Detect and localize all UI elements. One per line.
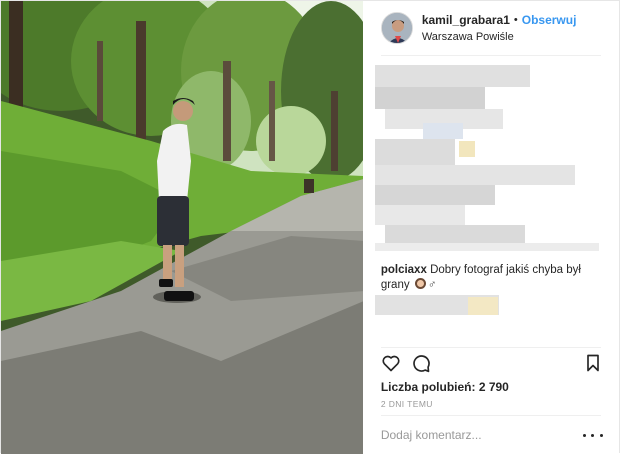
user-row: kamil_grabara1 • Obserwuj	[422, 12, 577, 28]
header-divider	[380, 55, 601, 56]
avatar[interactable]	[380, 12, 413, 44]
post-photo[interactable]	[1, 1, 363, 454]
male-sign-icon: ♂	[427, 279, 437, 291]
avatar-photo-icon	[381, 13, 412, 43]
blur-block	[422, 123, 463, 139]
more-dot-icon	[599, 433, 603, 437]
bookmark-icon	[586, 354, 599, 372]
post-side-panel: kamil_grabara1 • Obserwuj Warszawa Powiś…	[362, 1, 620, 454]
blur-block	[374, 243, 599, 251]
blur-block	[374, 205, 465, 225]
location-link[interactable]: Warszawa Powiśle	[422, 30, 577, 45]
username-link[interactable]: kamil_grabara1	[422, 12, 510, 28]
likes-count[interactable]: Liczba polubień: 2 790	[381, 380, 509, 394]
add-comment-input[interactable]	[380, 424, 571, 446]
comments-list: polciaxx Dobry fotograf jakiś chyba był …	[363, 57, 620, 347]
separator-dot: •	[513, 13, 518, 26]
blur-block	[374, 165, 575, 185]
woman-emoji-icon	[414, 278, 426, 289]
follow-button[interactable]: Obserwuj	[522, 12, 577, 28]
blur-block	[374, 185, 495, 205]
post-timestamp[interactable]: 2 DNI TEMU	[381, 399, 433, 409]
more-options-button[interactable]	[582, 429, 603, 441]
heart-icon	[382, 355, 400, 372]
more-dot-icon	[591, 433, 595, 437]
blur-block	[374, 87, 485, 109]
blur-block	[374, 139, 455, 165]
instagram-post: kamil_grabara1 • Obserwuj Warszawa Powiś…	[0, 0, 620, 454]
save-button[interactable]	[583, 353, 603, 373]
post-header: kamil_grabara1 • Obserwuj Warszawa Powiś…	[363, 1, 620, 55]
blur-block	[458, 141, 475, 157]
action-bar	[381, 353, 603, 377]
comment-button[interactable]	[411, 353, 431, 373]
comment-username-link[interactable]: polciaxx	[381, 264, 427, 276]
actions-divider	[380, 347, 601, 348]
comment-divider	[380, 415, 601, 416]
blur-block	[384, 225, 525, 243]
user-info: kamil_grabara1 • Obserwuj Warszawa Powiś…	[422, 12, 577, 45]
comment-item: polciaxx Dobry fotograf jakiś chyba był …	[381, 263, 605, 293]
blur-block	[467, 297, 498, 315]
more-dot-icon	[582, 433, 586, 437]
like-button[interactable]	[381, 353, 401, 373]
blur-block	[374, 65, 530, 87]
comment-icon	[413, 355, 430, 373]
photo-park-scene	[1, 1, 363, 454]
